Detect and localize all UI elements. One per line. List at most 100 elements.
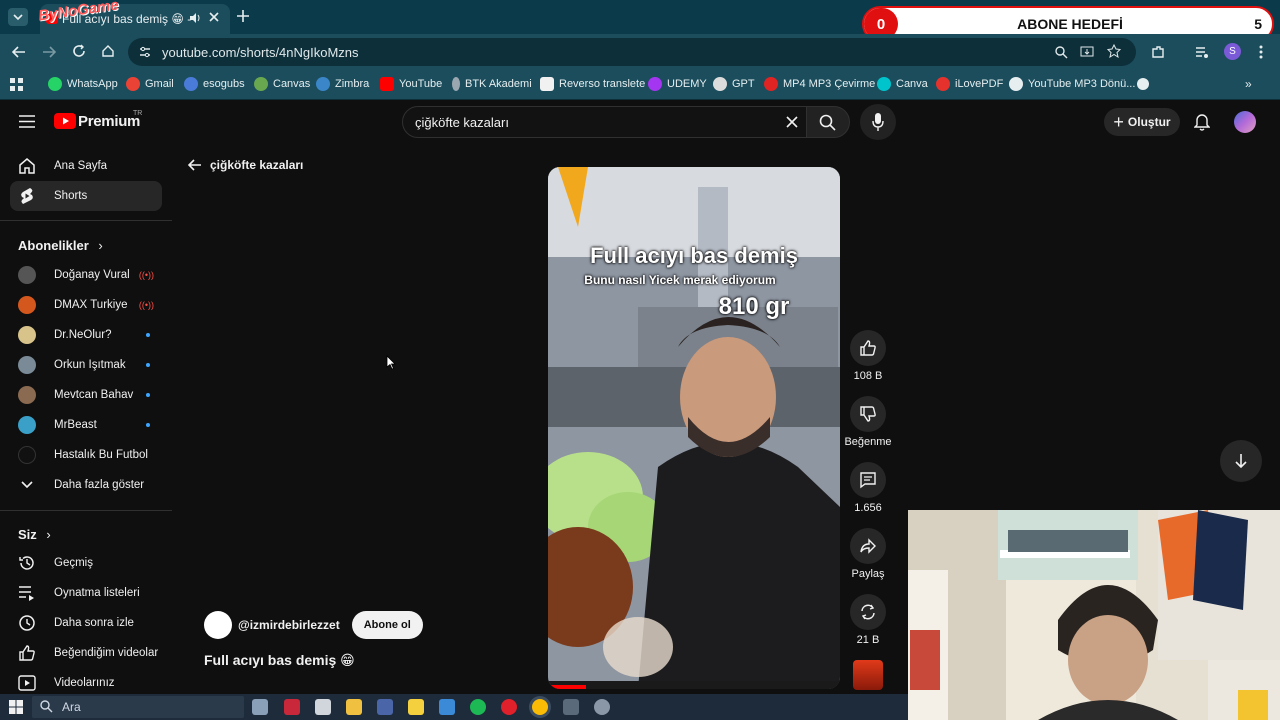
- sidebar-channel-mevtcan[interactable]: Mevtcan Bahav: [10, 380, 162, 410]
- bookmark-zimbra[interactable]: Zimbra: [316, 77, 369, 91]
- sidebar-show-more[interactable]: Daha fazla göster: [10, 470, 162, 500]
- channel-avatar[interactable]: [204, 611, 232, 639]
- sidebar-item-shorts[interactable]: Shorts: [10, 181, 162, 211]
- subscriptions-header[interactable]: Abonelikler ›: [18, 238, 103, 253]
- globe-icon[interactable]: [1137, 78, 1149, 90]
- share-action[interactable]: Paylaş: [844, 528, 892, 580]
- search-button[interactable]: [806, 106, 850, 138]
- dislike-button[interactable]: [850, 396, 886, 432]
- opera-icon[interactable]: [501, 699, 517, 715]
- sidebar-channel-mrbeast[interactable]: MrBeast: [10, 410, 162, 440]
- sound-thumbnail[interactable]: [844, 660, 892, 690]
- bookmark-udemy[interactable]: UDEMY: [648, 77, 707, 91]
- back-icon[interactable]: [12, 45, 26, 59]
- short-title[interactable]: Full acıyı bas demiş 😁: [204, 652, 355, 669]
- sidebar-item-history[interactable]: Geçmiş: [10, 548, 162, 578]
- video-caption-sub: Bunu nasıl Yicek merak ediyorum: [584, 273, 776, 287]
- comments-button[interactable]: [850, 462, 886, 498]
- tab-search-button[interactable]: [8, 8, 28, 26]
- address-bar[interactable]: youtube.com/shorts/4nNgIkoMzns: [128, 38, 1136, 66]
- sound-thumbnail-image[interactable]: [853, 660, 883, 690]
- sidebar-item-playlists[interactable]: Oynatma listeleri: [10, 578, 162, 608]
- like-button[interactable]: [850, 330, 886, 366]
- bookmark-label: Canva: [896, 78, 928, 90]
- settings-gear-icon[interactable]: [315, 699, 331, 715]
- app-icon[interactable]: [563, 699, 579, 715]
- apps-grid-icon[interactable]: [10, 78, 23, 91]
- subscribe-button[interactable]: Abone ol: [351, 611, 423, 639]
- sidebar-channel-dmax[interactable]: DMAX Turkiye ((•)): [10, 290, 162, 320]
- menu-icon[interactable]: [19, 115, 35, 128]
- bookmark-star-icon[interactable]: [1107, 44, 1121, 58]
- chrome-icon[interactable]: [532, 699, 548, 715]
- obs-icon[interactable]: [594, 699, 610, 715]
- taskbar-search-placeholder: Ara: [62, 700, 81, 714]
- bookmark-gpt[interactable]: GPT: [713, 77, 755, 91]
- new-tab-icon[interactable]: [236, 9, 250, 23]
- sidebar-item-liked-videos[interactable]: Beğendiğim videolar: [10, 638, 162, 668]
- back-to-results[interactable]: çiğköfte kazaları: [188, 158, 303, 172]
- site-info-icon[interactable]: [138, 45, 152, 59]
- spotify-icon[interactable]: [470, 699, 486, 715]
- mail-icon[interactable]: [439, 699, 455, 715]
- sidebar-channel-doganay-vural[interactable]: Doğanay Vural ((•)): [10, 260, 162, 290]
- forward-icon[interactable]: [42, 45, 56, 59]
- bookmark-ilovepdf[interactable]: iLovePDF: [936, 77, 1003, 91]
- you-header[interactable]: Siz ›: [18, 527, 51, 542]
- windows-start-icon[interactable]: [9, 700, 23, 714]
- bookmark-reverso[interactable]: Reverso translete: [540, 77, 645, 91]
- browser-menu-icon[interactable]: [1259, 44, 1263, 60]
- sidebar-channel-orkun[interactable]: Orkun Işıtmak: [10, 350, 162, 380]
- shorts-video-player[interactable]: Full acıyı bas demiş Bunu nasıl Yicek me…: [548, 167, 840, 689]
- dislike-action[interactable]: Beğenme: [844, 396, 892, 448]
- home-icon[interactable]: [101, 44, 115, 58]
- your-videos-icon: [18, 674, 36, 692]
- task-view-icon[interactable]: [252, 699, 268, 715]
- sidebar-channel-hastalik-bu-futbol[interactable]: Hastalık Bu Futbol: [10, 440, 162, 470]
- speaker-icon[interactable]: [188, 11, 202, 25]
- media-control-icon[interactable]: [1194, 44, 1210, 60]
- voice-search-button[interactable]: [860, 104, 896, 140]
- reload-icon[interactable]: [72, 44, 86, 58]
- install-app-icon[interactable]: [1080, 45, 1094, 59]
- bookmark-whatsapp[interactable]: WhatsApp: [48, 77, 118, 91]
- profile-avatar[interactable]: S: [1224, 43, 1241, 60]
- sidebar-item-watch-later[interactable]: Daha sonra izle: [10, 608, 162, 638]
- sticky-notes-icon[interactable]: [408, 699, 424, 715]
- bookmark-youtube-mp3[interactable]: YouTube MP3 Dönü...: [1009, 77, 1135, 91]
- close-tab-icon[interactable]: [208, 11, 220, 23]
- next-short-button[interactable]: [1220, 440, 1262, 482]
- bookmark-btk[interactable]: BTK Akademi: [452, 77, 532, 91]
- sidebar-item-home[interactable]: Ana Sayfa: [10, 151, 162, 181]
- app-icon[interactable]: [377, 699, 393, 715]
- sidebar-item-label: Oynatma listeleri: [54, 587, 140, 599]
- account-avatar[interactable]: [1234, 111, 1256, 133]
- channel-handle[interactable]: @izmirdebirlezzet: [238, 618, 340, 632]
- youtube-premium-logo[interactable]: Premium: [78, 113, 140, 130]
- file-explorer-icon[interactable]: [346, 699, 362, 715]
- search-input[interactable]: çiğköfte kazaları: [402, 106, 810, 138]
- remix-button[interactable]: [850, 594, 886, 630]
- extensions-icon[interactable]: [1150, 44, 1166, 60]
- app-icon[interactable]: [284, 699, 300, 715]
- bookmark-esogubs[interactable]: esogubs: [184, 77, 245, 91]
- notifications-bell-icon[interactable]: [1194, 113, 1210, 131]
- clear-search-icon[interactable]: [785, 115, 799, 129]
- bookmark-canvas[interactable]: Canvas: [254, 77, 310, 91]
- zoom-icon[interactable]: [1054, 45, 1068, 59]
- like-action[interactable]: 108 B: [844, 330, 892, 382]
- bookmark-gmail[interactable]: Gmail: [126, 77, 174, 91]
- share-button[interactable]: [850, 528, 886, 564]
- create-button[interactable]: + Oluştur: [1104, 108, 1180, 136]
- btk-icon: [452, 77, 460, 91]
- more-bookmarks-icon[interactable]: »: [1245, 77, 1252, 91]
- remix-action[interactable]: 21 B: [844, 594, 892, 646]
- sidebar-channel-drneolur[interactable]: Dr.NeOlur?: [10, 320, 162, 350]
- arrow-left-icon: [188, 158, 202, 172]
- bookmark-mp4mp3[interactable]: MP4 MP3 Çevirme: [764, 77, 875, 91]
- youtube-logo-icon[interactable]: [54, 113, 76, 129]
- comments-action[interactable]: 1.656: [844, 462, 892, 514]
- taskbar-search[interactable]: Ara: [32, 696, 244, 718]
- bookmark-canva[interactable]: Canva: [877, 77, 928, 91]
- bookmark-youtube[interactable]: YouTube: [380, 77, 442, 91]
